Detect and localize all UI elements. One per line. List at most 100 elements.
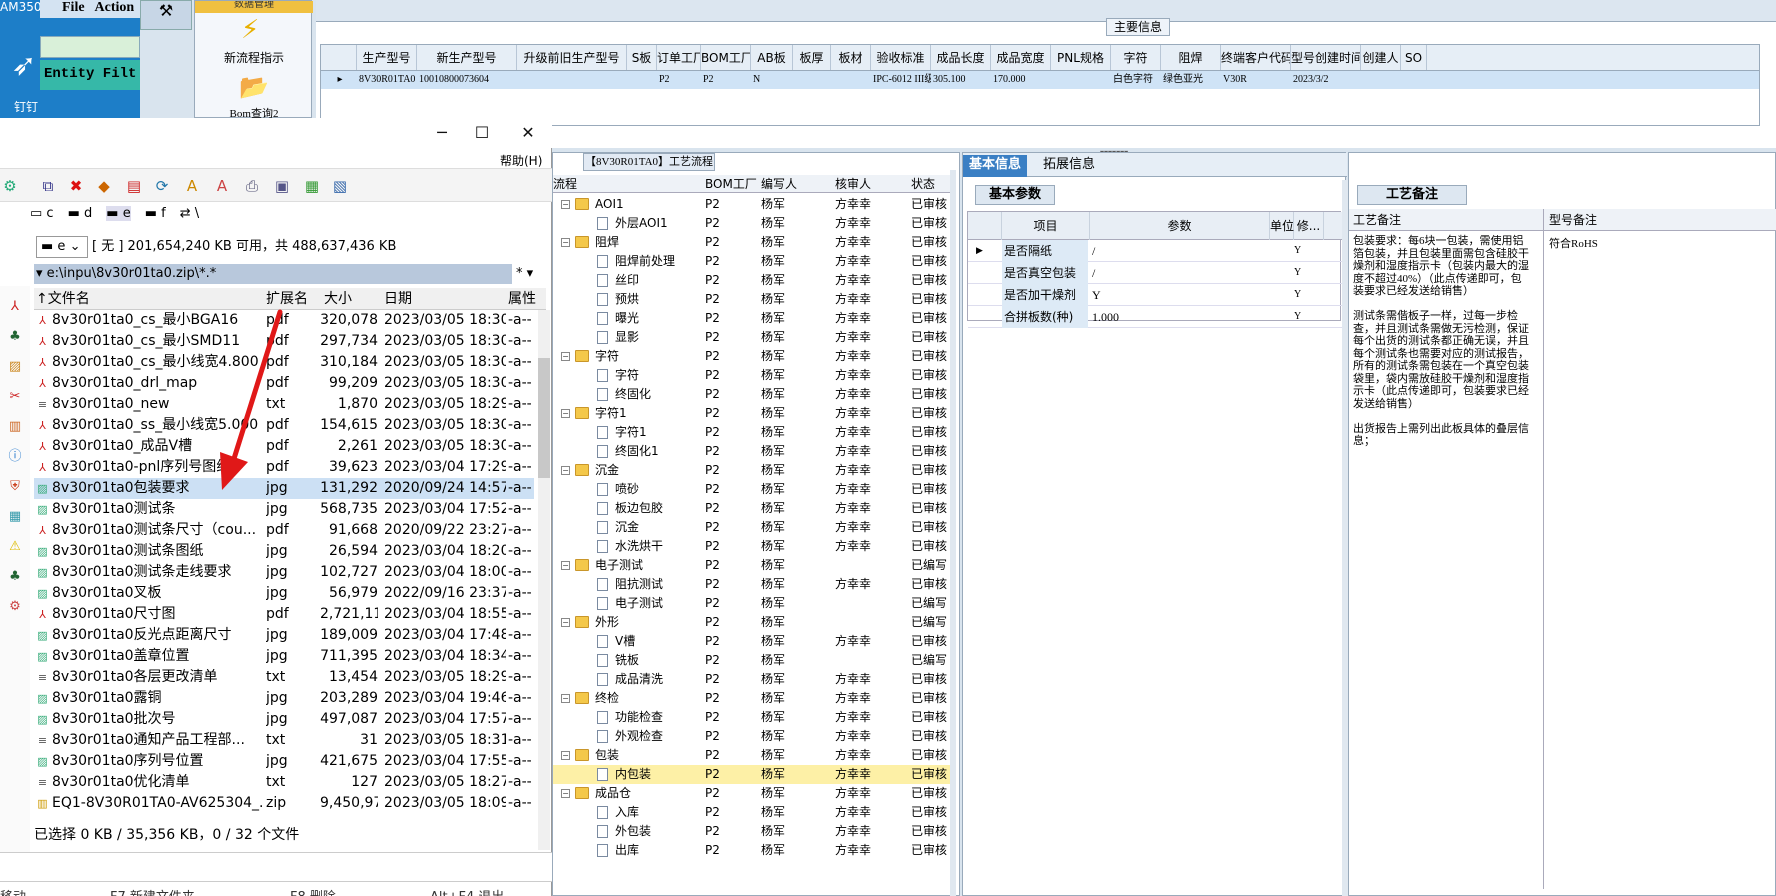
process-row[interactable]: 外层AOI1 P2 杨军 方幸幸 已审核 (553, 214, 953, 233)
main-cell[interactable] (1051, 71, 1111, 89)
minimize-icon[interactable]: ─ (422, 122, 462, 144)
main-col[interactable]: 成品长度 (931, 45, 991, 70)
drive-f[interactable]: ▬ f (145, 206, 166, 221)
process-row[interactable]: − 包装 P2 杨军 方幸幸 已审核 (553, 746, 953, 765)
file-row[interactable]: ⅄ 8v30r01ta0_cs_最小BGA16 pdf 320,078 2023/03/… (34, 310, 534, 331)
main-cell[interactable]: 白色字符 (1111, 71, 1161, 89)
main-cell[interactable]: P2 (657, 71, 701, 89)
main-col[interactable]: 阻焊 (1161, 45, 1221, 70)
tab-basic-info[interactable]: 基本信息 (963, 155, 1028, 177)
bird-icon[interactable]: ➶ (10, 48, 38, 94)
font-icon[interactable]: A (182, 176, 202, 196)
sheet-icon[interactable]: ▦ (302, 176, 322, 196)
process-row[interactable]: 外包装 P2 杨军 方幸幸 已审核 (553, 822, 953, 841)
new-flow-button[interactable]: 新流程指示 (195, 49, 313, 66)
file-row[interactable]: ▨ 8v30r01ta0叉板 jpg 56,979 2022/09/16 23:37 -a… (34, 583, 534, 604)
process-row[interactable]: 显影 P2 杨军 方幸幸 已审核 (553, 328, 953, 347)
process-row[interactable]: − 外形 P2 杨军 已编写 (553, 613, 953, 632)
maximize-icon[interactable]: ☐ (462, 122, 502, 144)
main-info-data-row[interactable]: ▸ 8V30R01TA0 10010800073604 P2 P2 N IPC-6012 I… (321, 71, 1759, 89)
main-cell[interactable]: 10010800073604 (417, 71, 517, 89)
file-row[interactable]: ▨ 8v30r01ta0测试条图纸 jpg 26,594 2023/03/04 18:2… (34, 541, 534, 562)
file-row[interactable]: ⅄ 8v30r01ta0_cs_最小线宽4.800 pdf 310,184 2023/0… (34, 352, 534, 373)
main-col[interactable]: 验收标准 (871, 45, 931, 70)
file-row[interactable]: ⅄ 8v30r01ta0_ss_最小线宽5.000 pdf 154,615 2023/0… (34, 415, 534, 436)
process-row[interactable]: 终固化 P2 杨军 方幸幸 已审核 (553, 385, 953, 404)
archive-icon[interactable]: ◆ (94, 176, 114, 196)
drive-select[interactable]: ▬ e ⌄ (36, 236, 88, 258)
process-row[interactable]: − 字符1 P2 杨军 方幸幸 已审核 (553, 404, 953, 423)
main-cell[interactable] (831, 71, 871, 89)
picture-icon[interactable]: ▥ (6, 418, 24, 436)
main-col[interactable]: 新生产型号 (417, 45, 517, 70)
collapse-icon[interactable]: − (561, 789, 570, 798)
process-row[interactable]: 成品清洗 P2 杨军 方幸幸 已审核 (553, 670, 953, 689)
file-row[interactable]: ⅄ 8v30r01ta0尺寸图 pdf 2,721,118 2023/03/04 18:… (34, 604, 534, 625)
file-row[interactable]: ≡ 8v30r01ta0_new txt 1,870 2023/03/05 18:29-… (34, 394, 534, 415)
monitor-icon[interactable]: ▣ (272, 176, 292, 196)
pdf-tool-icon[interactable]: ▤ (124, 176, 144, 196)
main-cell[interactable]: 305.100 (931, 71, 991, 89)
main-col[interactable]: 字符 (1111, 45, 1161, 70)
file-row[interactable]: ≡ 8v30r01ta0各层更改清单 txt 13,454 2023/03/05 18:… (34, 667, 534, 688)
collapse-icon[interactable]: − (561, 561, 570, 570)
process-row[interactable]: − 字符 P2 杨军 方幸幸 已审核 (553, 347, 953, 366)
file-row[interactable]: ⅄ 8v30r01ta0测试条尺寸（cou... pdf 91,668 2020/09/… (34, 520, 534, 541)
main-col[interactable]: 成品宽度 (991, 45, 1051, 70)
refresh-icon[interactable]: ⟳ (152, 176, 172, 196)
fkey-exit[interactable]: Alt+F4 退出 (430, 886, 504, 896)
main-col[interactable]: BOM工厂 (701, 45, 751, 70)
main-cell[interactable]: P2 (701, 71, 751, 89)
lightning-icon[interactable]: ⚡ (241, 15, 259, 45)
file-row[interactable]: ⅄ 8v30r01ta0_drl_map pdf 99,209 2023/03/05 1… (34, 373, 534, 394)
delete-icon[interactable]: ✖ (66, 176, 86, 196)
process-row[interactable]: − 终检 P2 杨军 方幸幸 已审核 (553, 689, 953, 708)
file-row[interactable]: ▥ EQ1-8V30R01TA0-AV625304_...zip 9,450,970… (34, 793, 534, 814)
drive-d[interactable]: ▬ d (68, 206, 93, 221)
main-info-title[interactable]: 主要信息 (1106, 18, 1170, 36)
process-row[interactable]: − 沉金 P2 杨军 方幸幸 已审核 (553, 461, 953, 480)
network-icon[interactable]: ♣ (6, 568, 24, 586)
process-row[interactable]: 板边包胶 P2 杨军 方幸幸 已审核 (553, 499, 953, 518)
sheet-icon[interactable]: ▦ (6, 508, 24, 526)
close-icon[interactable]: ✕ (508, 122, 548, 144)
process-row[interactable]: 电子测试 P2 杨军 已编写 (553, 594, 953, 613)
col-unit[interactable]: 单位 (1270, 212, 1294, 240)
file-row[interactable]: ▨ 8v30r01ta0测试条 jpg 568,735 2023/03/04 17:52… (34, 499, 534, 520)
col-ext[interactable]: 扩展名 (266, 288, 308, 310)
col-flow[interactable]: 流程 (553, 175, 577, 193)
file-row[interactable]: ⅄ 8v30r01ta0_成品V槽 pdf 2,261 2023/03/05 18:30… (34, 436, 534, 457)
drive-c[interactable]: ▭ c (30, 206, 54, 221)
collapse-icon[interactable]: − (561, 200, 570, 209)
param-value[interactable]: / (1090, 240, 1260, 262)
pdf-icon[interactable]: ⅄ (6, 298, 24, 316)
process-row[interactable]: 阻抗测试 P2 杨军 方幸幸 已审核 (553, 575, 953, 594)
main-col[interactable]: 创建人 (1361, 45, 1401, 70)
tool-icon[interactable]: ✂ (6, 388, 24, 406)
shield-icon[interactable]: ⛨ (6, 478, 24, 496)
file-row[interactable]: ▨ 8v30r01ta0露铜 jpg 203,289 2023/03/04 19:46-… (34, 688, 534, 709)
process-row[interactable]: − 电子测试 P2 杨军 已编写 (553, 556, 953, 575)
col-attr[interactable]: 属性 (508, 288, 536, 310)
col-reviewer[interactable]: 核审人 (835, 175, 871, 193)
col-process-remark[interactable]: 工艺备注 (1353, 209, 1401, 231)
collapse-icon[interactable]: − (561, 352, 570, 361)
main-col[interactable]: 型号创建时间 (1291, 45, 1361, 70)
col-author[interactable]: 编写人 (761, 175, 797, 193)
collapse-icon[interactable]: − (561, 466, 570, 475)
main-col[interactable]: SO (1401, 45, 1427, 70)
file-row[interactable]: ▨ 8v30r01ta0包装要求 jpg 131,292 2020/09/24 14:5… (34, 478, 534, 499)
network-icon[interactable]: ♣ (6, 328, 24, 346)
scrollbar-thumb[interactable] (538, 358, 550, 478)
main-cell[interactable]: N (751, 71, 793, 89)
param-value[interactable]: Y (1090, 284, 1260, 306)
main-cell[interactable] (627, 71, 657, 89)
process-row[interactable]: 功能检查 P2 杨军 方幸幸 已审核 (553, 708, 953, 727)
file-row[interactable]: ⅄ 8v30r01ta0-pnl序列号图纸 pdf 39,623 2023/03/04 … (34, 457, 534, 478)
main-col[interactable]: PNL规格 (1051, 45, 1111, 70)
col-status[interactable]: 状态 (911, 175, 935, 193)
main-col[interactable]: AB板 (751, 45, 793, 70)
main-cell[interactable] (1401, 71, 1427, 89)
main-cell[interactable] (1361, 71, 1401, 89)
param-row[interactable]: ▶ 是否隔纸 / Y (968, 240, 1342, 262)
